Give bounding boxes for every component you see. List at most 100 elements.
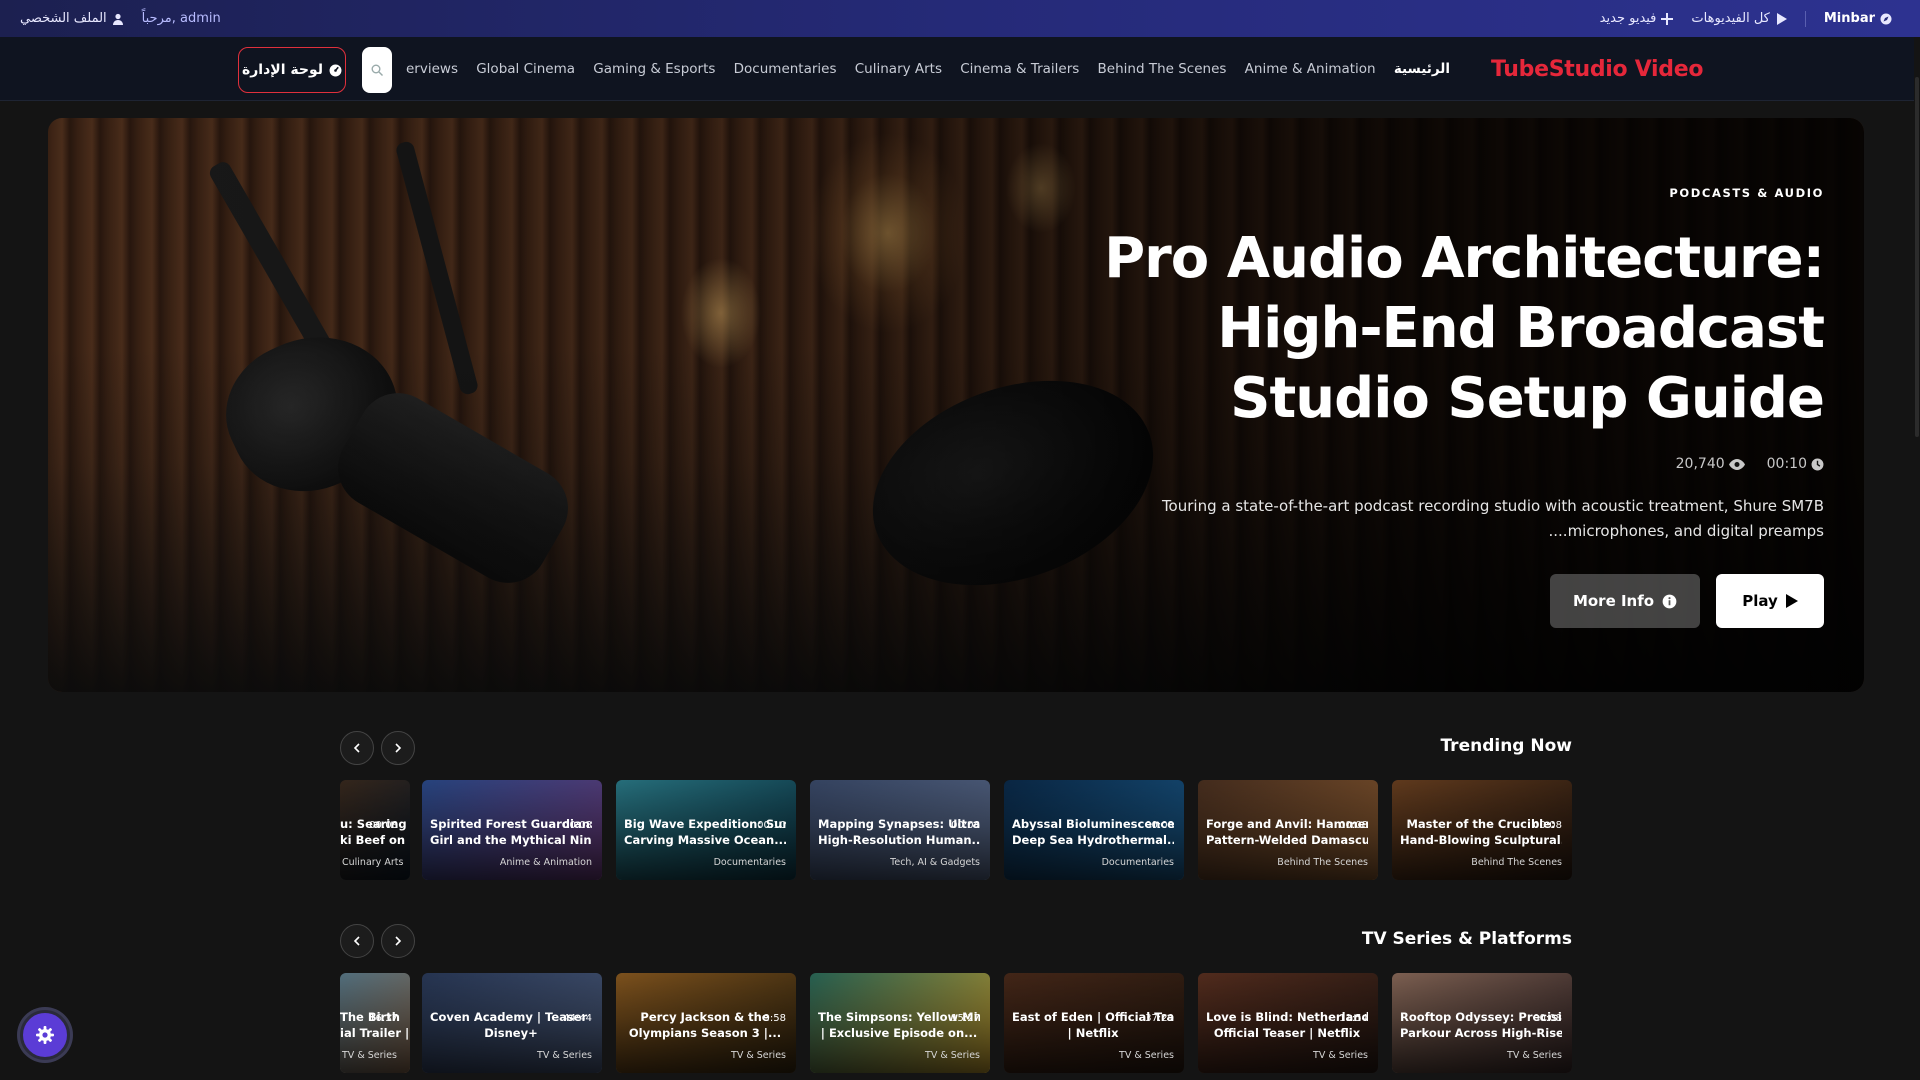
info-icon bbox=[1662, 594, 1677, 608]
nav-link-global-cinema[interactable]: Global Cinema bbox=[476, 61, 575, 77]
card-title-line: High-Resolution Human... bbox=[818, 833, 980, 847]
card-duration: 00:08 bbox=[951, 820, 980, 831]
play-icon bbox=[1776, 12, 1787, 25]
video-card[interactable]: Big Wave Expedition: SurferCarving Massi… bbox=[616, 780, 796, 880]
settings-button[interactable] bbox=[20, 1010, 70, 1060]
row-next-button[interactable] bbox=[381, 731, 415, 765]
nav-link-documentaries[interactable]: Documentaries bbox=[734, 61, 837, 77]
all-videos-link[interactable]: كل الفيديوهات bbox=[1691, 11, 1787, 26]
top-bar: الملف الشخصي مرحباً, admin فيديو جديد كل… bbox=[0, 0, 1920, 37]
more-info-label: More Info bbox=[1572, 592, 1655, 610]
video-card[interactable]: Percy Jackson & the Olympians Season 3 |.… bbox=[616, 973, 796, 1073]
welcome-text: مرحباً, admin bbox=[141, 11, 221, 26]
nav-link-culinary-arts[interactable]: Culinary Arts bbox=[855, 61, 942, 77]
card-duration: 11:54 bbox=[1339, 1013, 1368, 1024]
plus-icon bbox=[1661, 12, 1674, 25]
hero-buttons: More Info Play bbox=[1064, 574, 1824, 628]
chevron-left-icon bbox=[353, 936, 360, 946]
play-label: Play bbox=[1742, 592, 1778, 610]
video-card[interactable]: East of Eden | Official Trailer| Netflix… bbox=[1004, 973, 1184, 1073]
card-title: Percy Jackson & the Olympians Season 3 |.… bbox=[624, 1009, 786, 1041]
play-button[interactable]: Play bbox=[1716, 574, 1824, 628]
card-title-line: Carving Massive Ocean... bbox=[624, 833, 786, 847]
card-title-line: ial Trailer | bbox=[340, 1026, 408, 1040]
card-duration: 00:08 bbox=[1145, 820, 1174, 831]
hero-meta: 20,740 00:10 bbox=[1064, 456, 1824, 472]
chevron-left-icon bbox=[353, 743, 360, 753]
compass-icon bbox=[1880, 13, 1892, 24]
hero-description-line: microphones, and digital preamps.... bbox=[1548, 522, 1824, 540]
nav-link-interviews[interactable]: erviews bbox=[406, 61, 458, 77]
card-duration: 37:29 bbox=[1145, 1013, 1174, 1024]
card-title-line: ki Beef on bbox=[340, 833, 406, 847]
video-card[interactable]: Forge and Anvil: HammeringPattern-Welded… bbox=[1198, 780, 1378, 880]
video-card[interactable]: Master of the Crucible: Hand-Blowing Scul… bbox=[1392, 780, 1572, 880]
row-title: TV Series & Platforms bbox=[1361, 929, 1572, 949]
duration-value: 00:10 bbox=[1766, 456, 1807, 472]
main-nav: لوحة الإدارة erviews Global Cinema Gamin… bbox=[0, 37, 1920, 101]
video-card[interactable]: The Simpsons: Yellow Mirror| Exclusive E… bbox=[810, 973, 990, 1073]
row-prev-button[interactable] bbox=[340, 731, 374, 765]
user-group: الملف الشخصي مرحباً, admin bbox=[20, 11, 221, 26]
nav-link-anime-animation[interactable]: Anime & Animation bbox=[1245, 61, 1376, 77]
card-category: Behind The Scenes bbox=[1277, 857, 1368, 868]
hero-title-line: Pro Audio Architecture: bbox=[1104, 226, 1825, 291]
card-category: TV & Series bbox=[537, 1050, 592, 1061]
card-duration: 9:58 bbox=[763, 1013, 786, 1024]
hero-banner: PODCASTS & AUDIO Pro Audio Architecture:… bbox=[48, 118, 1864, 692]
gear-icon bbox=[36, 1026, 54, 1044]
card-category: TV & Series bbox=[925, 1050, 980, 1061]
video-card[interactable]: Love is Blind: Netherlands | Official Tea… bbox=[1198, 973, 1378, 1073]
card-title-line: Girl and the Mythical Nine-... bbox=[430, 833, 592, 847]
new-video-label: فيديو جديد bbox=[1599, 11, 1657, 26]
video-card[interactable]: Spirited Forest Guardian: Girl and the My… bbox=[422, 780, 602, 880]
card-title-line: Disney+ bbox=[484, 1026, 538, 1040]
video-card[interactable]: Abyssal Bioluminescence: Deep Sea Hydroth… bbox=[1004, 780, 1184, 880]
card-duration: 00:10 bbox=[757, 820, 786, 831]
card-duration: 00:08 bbox=[563, 820, 592, 831]
card-title-line: Hand-Blowing Sculptural... bbox=[1400, 833, 1562, 847]
card-title-line: Percy Jackson & the bbox=[640, 1010, 770, 1024]
video-card[interactable]: Rooftop Odyssey: Precision Parkour Across… bbox=[1392, 973, 1572, 1073]
row-prev-button[interactable] bbox=[340, 924, 374, 958]
new-video-link[interactable]: فيديو جديد bbox=[1600, 11, 1674, 26]
scrollbar[interactable] bbox=[1914, 37, 1920, 1080]
minbar-label: Minbar bbox=[1823, 11, 1875, 26]
hero-title-line: Studio Setup Guide bbox=[1230, 366, 1825, 431]
hero-description: Touring a state-of-the-art podcast recor… bbox=[1064, 494, 1824, 544]
nav-link-home[interactable]: الرئيسية bbox=[1394, 61, 1450, 77]
user-icon bbox=[112, 13, 123, 25]
more-info-button[interactable]: More Info bbox=[1550, 574, 1700, 628]
hero-description-line: Touring a state-of-the-art podcast recor… bbox=[1161, 497, 1824, 515]
nav-link-gaming-esports[interactable]: Gaming & Esports bbox=[593, 61, 715, 77]
search-button[interactable] bbox=[362, 47, 392, 93]
video-card[interactable]: Coven Academy | Teaser | Disney+ 44:44 TV &… bbox=[422, 973, 602, 1073]
nav-link-cinema-trailers[interactable]: Cinema & Trailers bbox=[960, 61, 1079, 77]
action-group: فيديو جديد كل الفيديوهات Minbar bbox=[1600, 10, 1892, 27]
admin-panel-label: لوحة الإدارة bbox=[241, 62, 324, 78]
hero-title: Pro Audio Architecture: High-End Broadca… bbox=[1064, 224, 1825, 434]
row-next-button[interactable] bbox=[381, 924, 415, 958]
search-icon bbox=[371, 64, 383, 76]
card-category: TV & Series bbox=[1119, 1050, 1174, 1061]
video-card[interactable]: The Birth ial Trailer | 16:37 TV & Series bbox=[340, 973, 410, 1073]
video-card[interactable]: Mapping Synapses: Ultra- High-Resolution … bbox=[810, 780, 990, 880]
row-title: Trending Now bbox=[1440, 736, 1572, 756]
scrollbar-thumb[interactable] bbox=[1915, 77, 1919, 437]
card-category: Documentaries bbox=[713, 857, 786, 868]
card-category: Behind The Scenes bbox=[1471, 857, 1562, 868]
eye-icon bbox=[1728, 458, 1745, 470]
card-category: Tech, AI & Gadgets bbox=[890, 857, 980, 868]
card-category: Anime & Animation bbox=[499, 857, 592, 868]
video-card[interactable]: u: Searing ki Beef on 00:08 Culinary Arts bbox=[340, 780, 410, 880]
profile-link[interactable]: الملف الشخصي bbox=[20, 11, 124, 26]
nav-link-behind-the-scenes[interactable]: Behind The Scenes bbox=[1098, 61, 1227, 77]
tv-series-row-header: TV Series & Platforms bbox=[340, 924, 1572, 958]
minbar-brand-link[interactable]: Minbar bbox=[1824, 11, 1892, 26]
site-logo[interactable]: TubeStudio Video bbox=[1491, 37, 1703, 101]
duration: 00:10 bbox=[1767, 456, 1824, 472]
card-title-line: | Exclusive Episode on... bbox=[820, 1026, 978, 1040]
admin-panel-button[interactable]: لوحة الإدارة bbox=[238, 47, 346, 93]
trending-cards: u: Searing ki Beef on 00:08 Culinary Arts Sp… bbox=[340, 780, 1572, 880]
profile-label: الملف الشخصي bbox=[20, 11, 107, 26]
